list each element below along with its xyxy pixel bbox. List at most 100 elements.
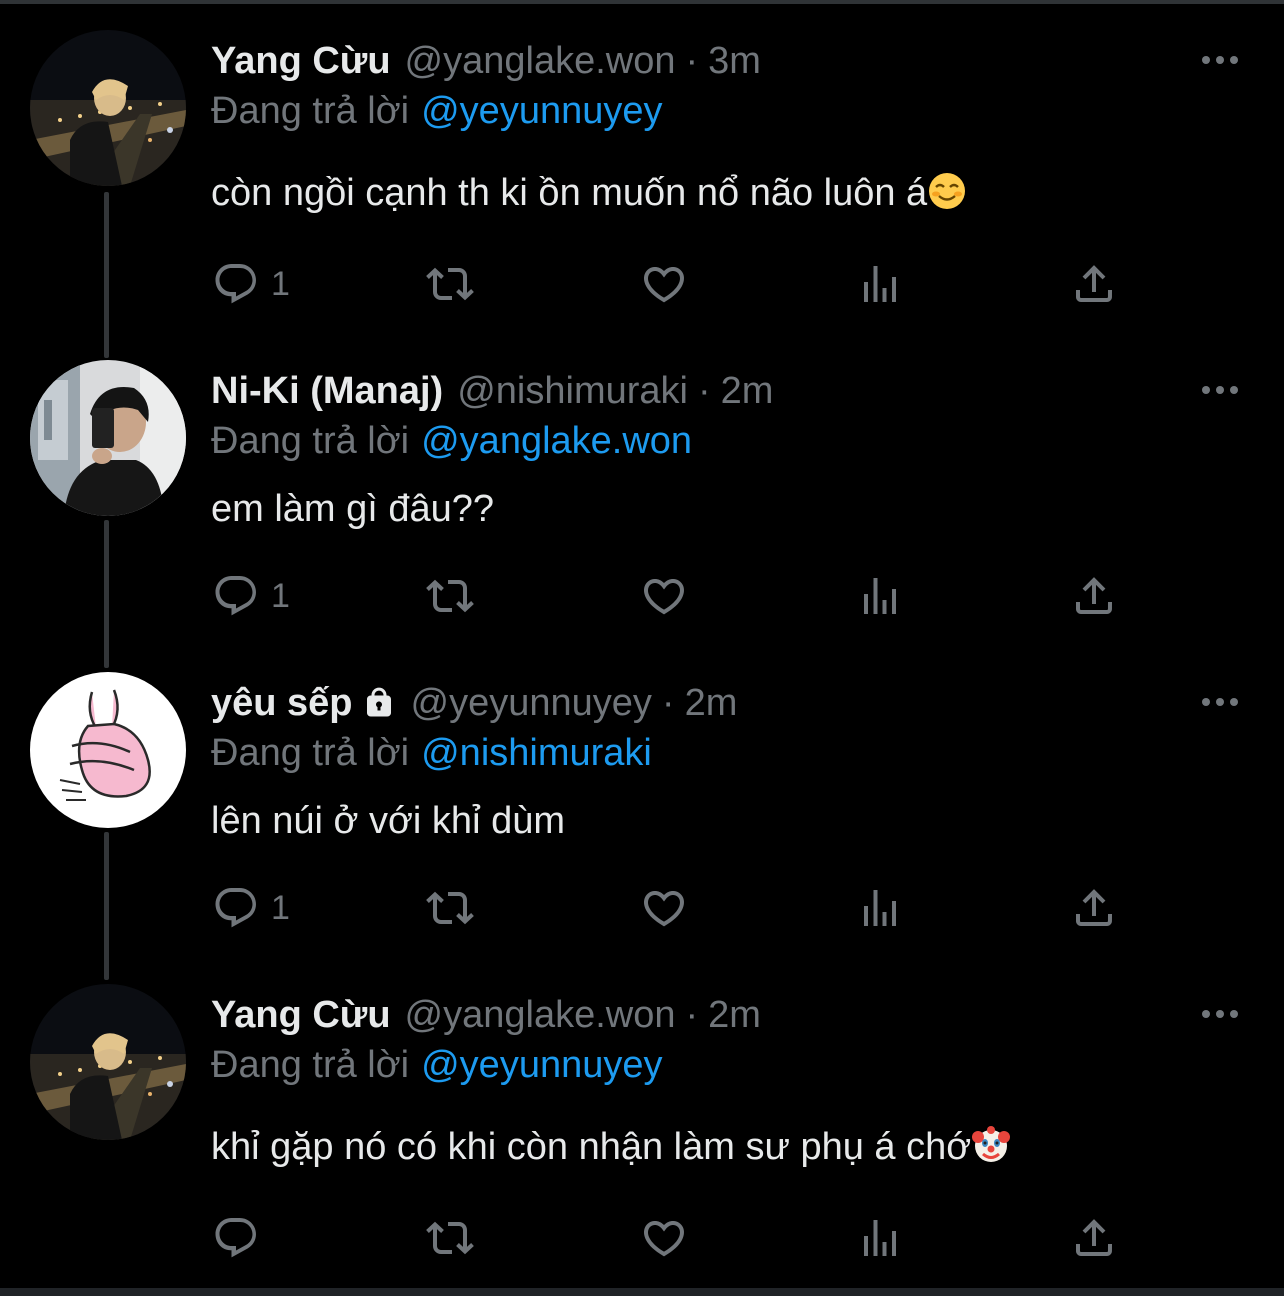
like-icon [643, 1221, 685, 1257]
timestamp[interactable]: 2m [685, 680, 738, 726]
share-button[interactable] [1069, 570, 1119, 622]
tweet-text: còn ngồi cạnh th ki ồn muốn nổ não luôn … [211, 170, 967, 216]
tweet-actions [211, 1212, 1131, 1264]
tweet-body: em làm gì đâu?? [211, 488, 495, 530]
share-button[interactable] [1069, 1212, 1119, 1264]
display-name[interactable]: Ni-Ki (Manaj) [211, 368, 443, 414]
replying-to-handle[interactable]: @yanglake.won [421, 420, 692, 462]
reply-icon [215, 576, 256, 616]
replying-to: Đang trả lời @yanglake.won [211, 418, 692, 464]
replying-to: Đang trả lời @nishimuraki [211, 730, 652, 776]
separator-dot: · [685, 994, 699, 1036]
tweet-actions: 1 [211, 570, 1131, 622]
reply-count: 1 [271, 265, 290, 303]
tweet-body: lên núi ở với khỉ dùm [211, 800, 565, 842]
reply-icon [215, 888, 256, 928]
tweet[interactable]: Ni-Ki (Manaj) @nishimuraki · 2m Đang trả… [0, 360, 1284, 650]
night-city-photo [30, 30, 186, 186]
tweet[interactable]: yêu sếp @yeyunnuyey · 2m Đang trả lời @ni… [0, 672, 1284, 962]
reply-icon [215, 1218, 256, 1258]
like-button[interactable] [639, 882, 689, 934]
share-icon [1076, 1219, 1112, 1256]
top-divider [0, 0, 1284, 4]
bottom-divider [0, 1288, 1284, 1296]
more-icon[interactable] [1198, 378, 1242, 402]
more-icon[interactable] [1198, 48, 1242, 72]
timestamp[interactable]: 3m [708, 38, 761, 84]
reply-button[interactable] [211, 1212, 271, 1264]
timestamp[interactable]: 2m [721, 368, 774, 414]
replying-to: Đang trả lời @yeyunnuyey [211, 1042, 663, 1088]
replying-to: Đang trả lời @yeyunnuyey [211, 88, 663, 134]
clown-face-emoji [972, 1126, 1011, 1162]
like-button[interactable] [639, 570, 689, 622]
user-handle[interactable]: @yanglake.won [405, 992, 676, 1038]
reply-button[interactable]: 1 [211, 258, 290, 310]
tweet[interactable]: Yang Cừu @yanglake.won · 3m Đang trả lời… [0, 30, 1284, 330]
like-button[interactable] [639, 258, 689, 310]
replying-to-label: Đang trả lời [211, 732, 410, 774]
more-icon[interactable] [1198, 690, 1242, 714]
display-name[interactable]: Yang Cừu [211, 38, 391, 84]
avatar[interactable] [30, 984, 186, 1140]
tweet-text: khỉ gặp nó có khi còn nhận làm sư phụ á … [211, 1124, 1011, 1170]
retweet-icon [426, 579, 474, 613]
retweet-button[interactable] [423, 882, 477, 934]
retweet-icon [426, 1221, 474, 1255]
views-icon [864, 266, 896, 302]
avatar[interactable] [30, 672, 186, 828]
share-button[interactable] [1069, 258, 1119, 310]
reply-icon [215, 264, 256, 304]
replying-to-handle[interactable]: @yeyunnuyey [421, 90, 662, 132]
share-button[interactable] [1069, 882, 1119, 934]
avatar[interactable] [30, 360, 186, 516]
tweet-body: còn ngồi cạnh th ki ồn muốn nổ não luôn … [211, 172, 928, 214]
share-icon [1076, 889, 1112, 926]
views-icon [864, 890, 896, 926]
views-button[interactable] [855, 1212, 905, 1264]
lock-icon [366, 687, 391, 717]
like-icon [643, 891, 685, 927]
retweet-button[interactable] [423, 1212, 477, 1264]
like-icon [643, 579, 685, 615]
reply-count: 1 [271, 889, 290, 927]
replying-to-handle[interactable]: @nishimuraki [421, 732, 652, 774]
more-icon[interactable] [1198, 1002, 1242, 1026]
separator-dot: · [661, 682, 675, 724]
tweet-actions: 1 [211, 882, 1131, 934]
avatar[interactable] [30, 30, 186, 186]
display-name[interactable]: yêu sếp [211, 680, 353, 726]
mirror-selfie-photo [30, 360, 186, 516]
like-icon [643, 267, 685, 303]
user-handle[interactable]: @yeyunnuyey [411, 680, 652, 726]
tweet-body: khỉ gặp nó có khi còn nhận làm sư phụ á … [211, 1126, 972, 1168]
reply-count: 1 [271, 577, 290, 615]
views-button[interactable] [855, 882, 905, 934]
reply-button[interactable]: 1 [211, 570, 290, 622]
separator-dot: · [685, 40, 699, 82]
tweet[interactable]: Yang Cừu @yanglake.won · 2m Đang trả lời… [0, 984, 1284, 1284]
retweet-icon [426, 891, 474, 925]
retweet-icon [426, 267, 474, 301]
display-name[interactable]: Yang Cừu [211, 992, 391, 1038]
tweet-actions: 1 [211, 258, 1131, 310]
separator-dot: · [697, 370, 711, 412]
reply-button[interactable]: 1 [211, 882, 290, 934]
views-button[interactable] [855, 570, 905, 622]
share-icon [1076, 577, 1112, 614]
replying-to-handle[interactable]: @yeyunnuyey [421, 1044, 662, 1086]
retweet-button[interactable] [423, 570, 477, 622]
replying-to-label: Đang trả lời [211, 420, 410, 462]
user-handle[interactable]: @nishimuraki [457, 368, 688, 414]
views-icon [864, 578, 896, 614]
timestamp[interactable]: 2m [708, 992, 761, 1038]
user-handle[interactable]: @yanglake.won [405, 38, 676, 84]
replying-to-label: Đang trả lời [211, 90, 410, 132]
views-button[interactable] [855, 258, 905, 310]
night-city-photo [30, 984, 186, 1140]
retweet-button[interactable] [423, 258, 477, 310]
share-icon [1076, 265, 1112, 302]
smiling-face-emoji [929, 173, 966, 209]
like-button[interactable] [639, 1212, 689, 1264]
tweet-text: em làm gì đâu?? [211, 486, 494, 532]
